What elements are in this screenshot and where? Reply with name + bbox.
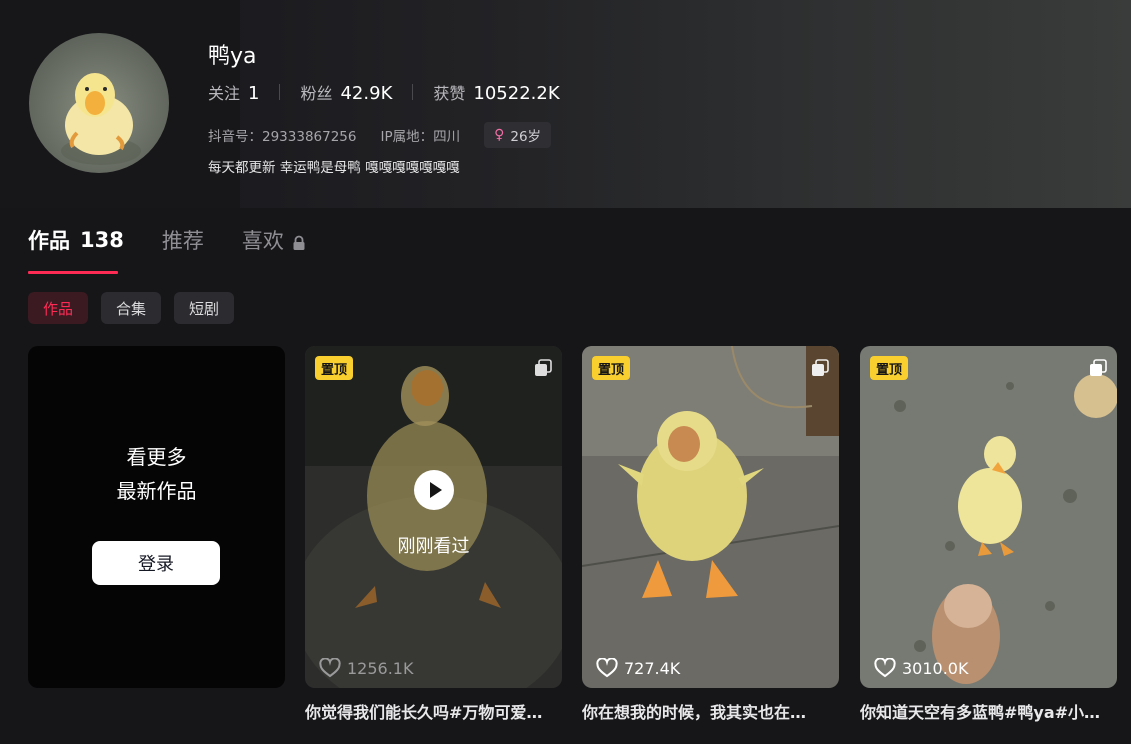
- video-thumbnail: [305, 346, 562, 688]
- like-count: 1256.1K: [319, 658, 413, 678]
- stat-following[interactable]: 关注 1: [208, 80, 259, 104]
- lock-icon: [292, 232, 306, 250]
- video-caption[interactable]: 你在想我的时候，我其实也在…: [582, 699, 839, 723]
- douyin-id: 抖音号：29333867256: [208, 129, 357, 145]
- filter-chips: 作品 合集 短剧: [28, 292, 247, 324]
- divider: [279, 84, 281, 100]
- play-icon[interactable]: [414, 470, 454, 510]
- ip-location: IP属地：四川: [380, 129, 461, 145]
- login-prompt-card: 看更多 最新作品 登录: [28, 346, 285, 688]
- chip-collections[interactable]: 合集: [101, 292, 162, 324]
- age-value: 26岁: [510, 129, 542, 145]
- like-count: 3010.0K: [874, 658, 968, 678]
- stat-followers[interactable]: 粉丝 42.9K: [300, 80, 392, 104]
- stat-value: 42.9K: [340, 83, 393, 104]
- video-caption[interactable]: 你觉得我们能长久吗#万物可爱…: [305, 699, 562, 723]
- profile-stats: 关注 1 粉丝 42.9K 获赞 10522.2K: [208, 80, 560, 104]
- tab-recommend[interactable]: 推荐: [162, 225, 204, 255]
- like-count-value: 1256.1K: [347, 658, 414, 678]
- female-icon: ♀: [494, 127, 505, 143]
- tab-likes[interactable]: 喜欢: [242, 225, 306, 255]
- pinned-badge: 置顶: [315, 356, 354, 380]
- tab-label: 作品: [28, 229, 70, 253]
- stat-label: 粉丝: [300, 84, 333, 103]
- recently-watched-label: 刚刚看过: [397, 536, 470, 557]
- tab-works[interactable]: 作品 138: [28, 225, 124, 255]
- active-tab-indicator: [28, 271, 118, 274]
- stat-value: 10522.2K: [473, 83, 560, 104]
- multi-image-icon: [1090, 359, 1107, 376]
- stat-label: 获赞: [433, 84, 466, 103]
- like-count-value: 3010.0K: [902, 658, 969, 678]
- login-button[interactable]: 登录: [92, 541, 220, 585]
- pinned-badge: 置顶: [592, 356, 631, 380]
- age-tag: ♀ 26岁: [484, 122, 552, 148]
- pinned-badge: 置顶: [870, 356, 909, 380]
- profile-header: [0, 0, 1131, 208]
- like-count-value: 727.4K: [624, 658, 681, 678]
- heart-icon: [319, 658, 341, 678]
- heart-icon: [874, 658, 896, 678]
- profile-meta: 抖音号：29333867256 IP属地：四川 ♀ 26岁: [208, 122, 552, 148]
- login-prompt-text: 看更多 最新作品: [28, 440, 285, 508]
- stat-value: 1: [248, 83, 260, 104]
- like-count: 727.4K: [596, 658, 680, 678]
- profile-tabs: 作品 138 推荐 喜欢: [28, 222, 344, 258]
- profile-bio: 每天都更新 幸运鸭是母鸭 嘎嘎嘎嘎嘎嘎嘎: [208, 160, 460, 176]
- avatar[interactable]: [29, 33, 169, 173]
- tab-label: 喜欢: [241, 229, 284, 253]
- login-prompt-line: 看更多: [126, 445, 187, 469]
- heart-icon: [596, 658, 618, 678]
- video-card[interactable]: 置顶 刚刚看过 1256.1K: [305, 346, 562, 688]
- login-prompt-line: 最新作品: [116, 479, 197, 503]
- video-thumbnail: [582, 346, 839, 688]
- video-thumbnail: [860, 346, 1117, 688]
- stat-label: 关注: [208, 84, 241, 103]
- video-card[interactable]: 置顶 727.4K: [582, 346, 839, 688]
- chip-short-drama[interactable]: 短剧: [174, 292, 235, 324]
- tab-label: 推荐: [161, 229, 204, 253]
- multi-image-icon: [535, 359, 552, 376]
- chip-works[interactable]: 作品: [28, 292, 89, 324]
- stat-likes: 获赞 10522.2K: [433, 80, 559, 104]
- divider: [412, 84, 414, 100]
- video-card[interactable]: 置顶 3010.0K: [860, 346, 1117, 688]
- multi-image-icon: [812, 359, 829, 376]
- works-count: 138: [80, 228, 124, 252]
- video-caption[interactable]: 你知道天空有多蓝鸭#鸭ya#小…: [860, 699, 1117, 723]
- profile-name: 鸭ya: [208, 44, 257, 69]
